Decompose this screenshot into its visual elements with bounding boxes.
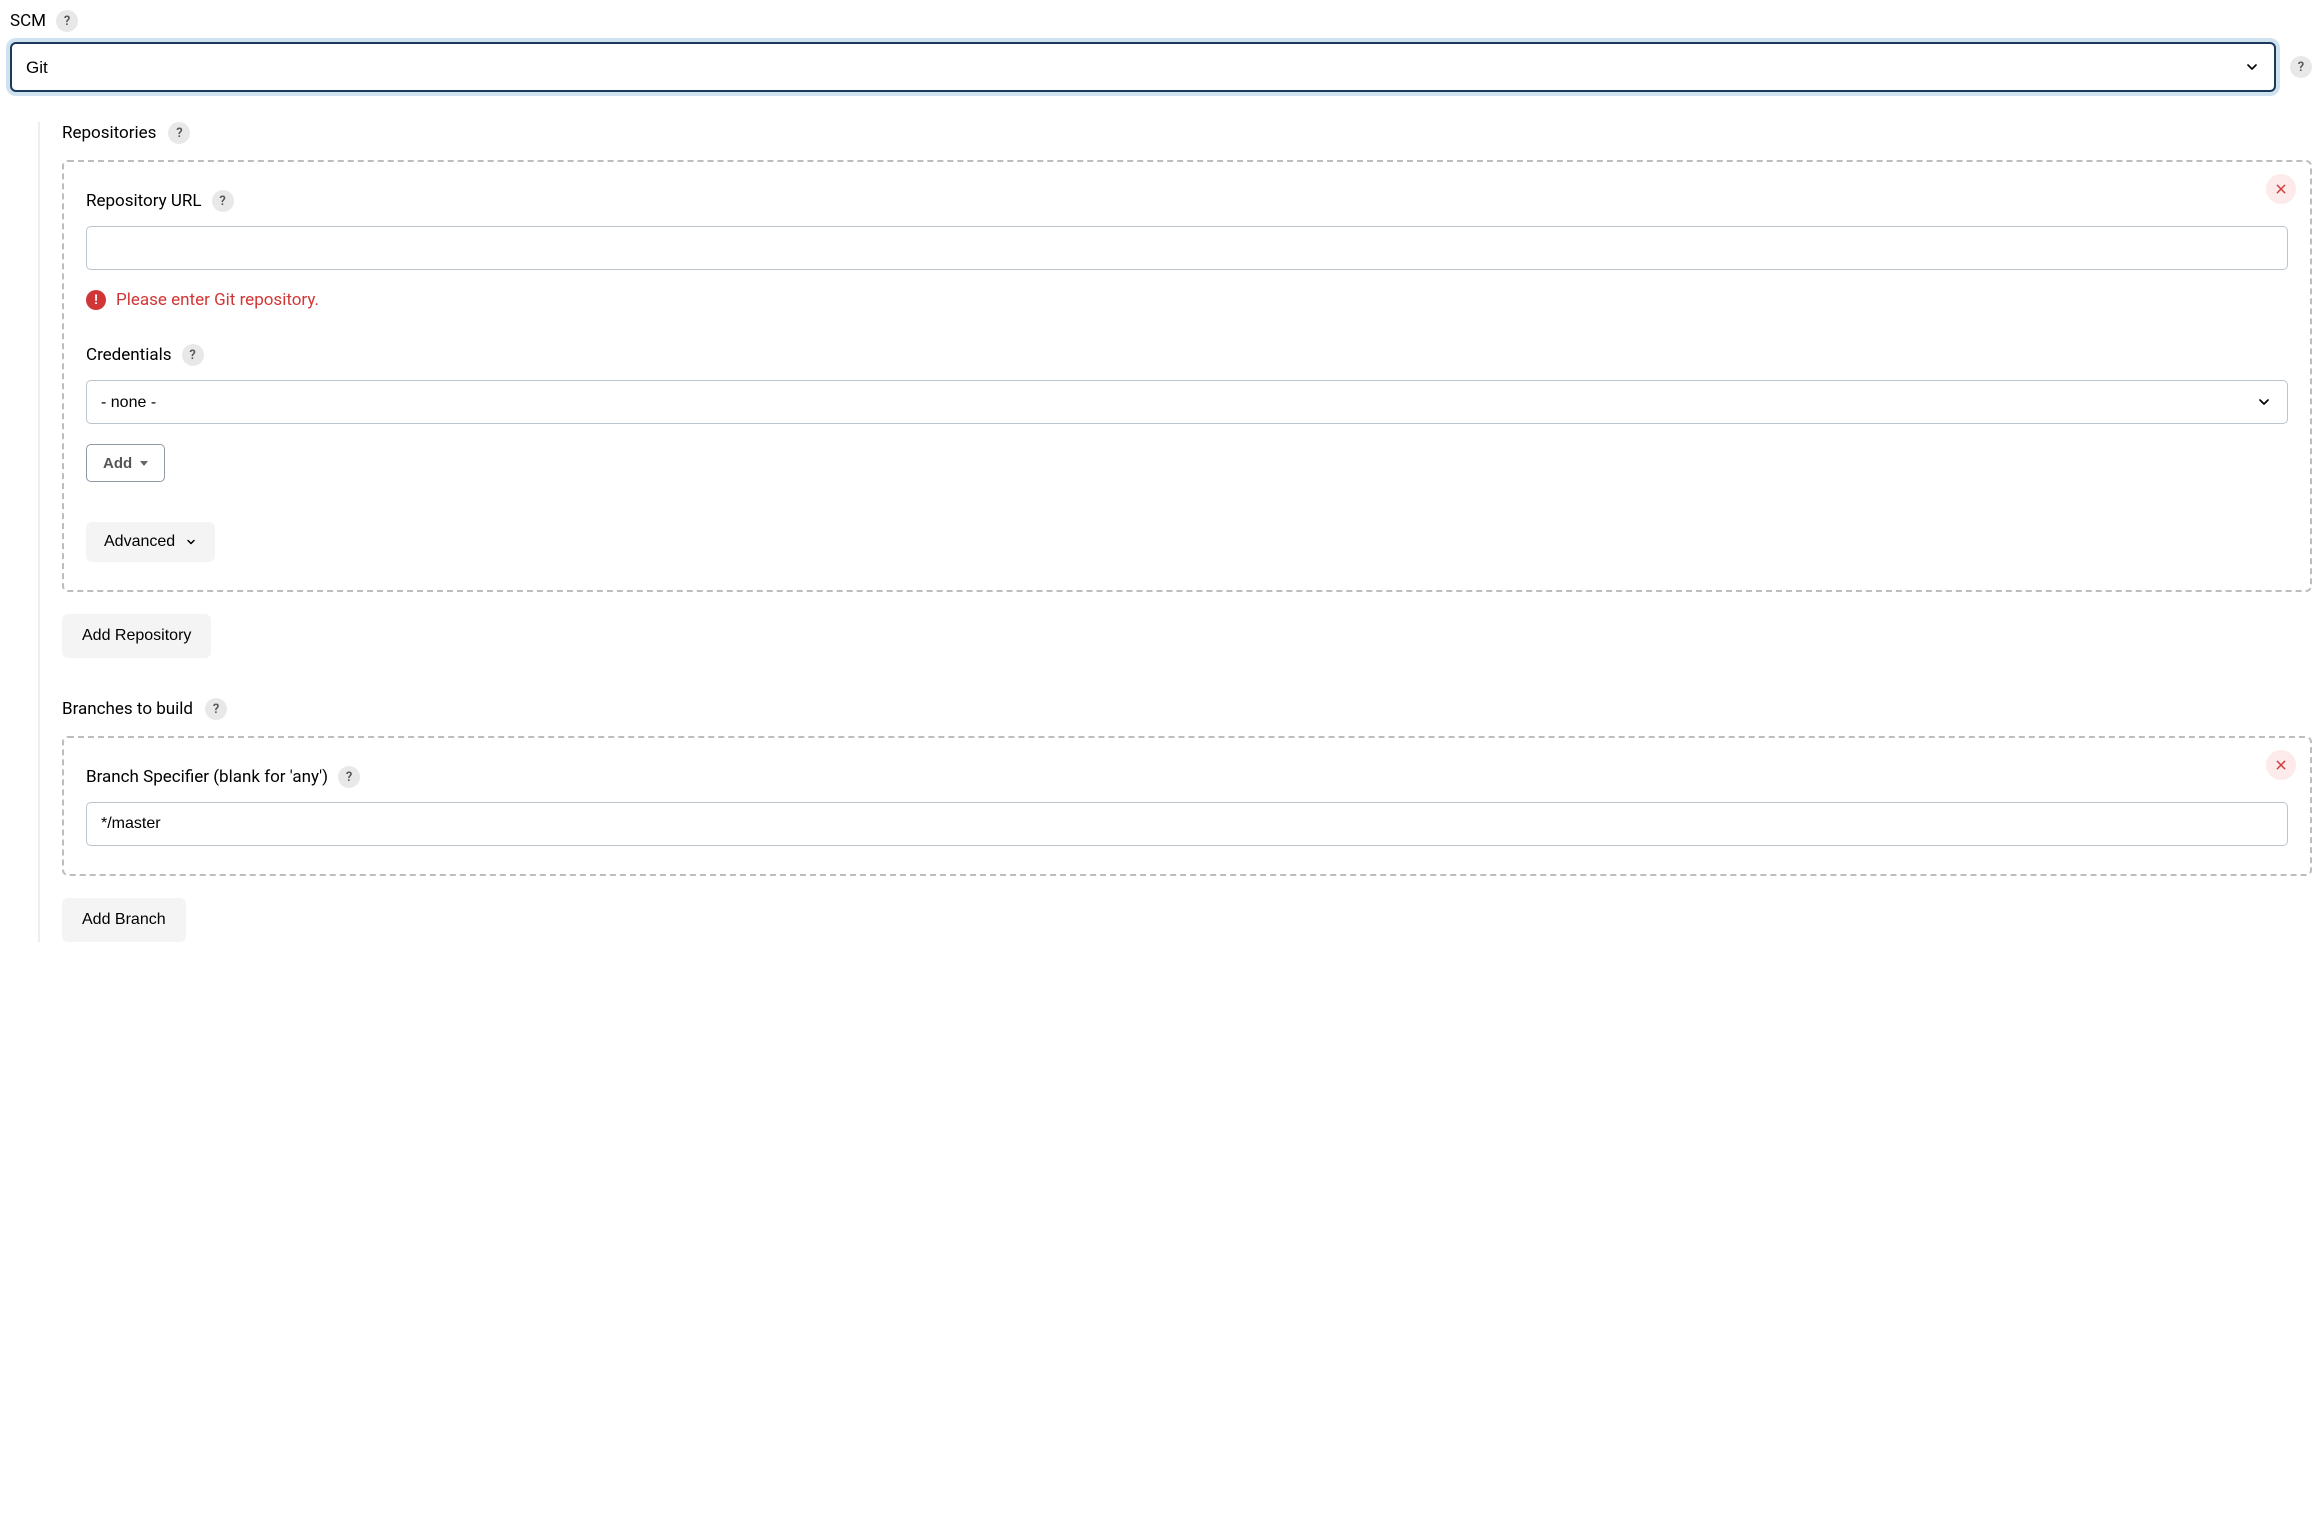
credentials-select[interactable]: - none - [86, 380, 2288, 424]
advanced-button[interactable]: Advanced [86, 522, 215, 562]
remove-repository-button[interactable] [2266, 174, 2296, 204]
help-icon[interactable]: ? [212, 190, 234, 212]
branch-specifier-label: Branch Specifier (blank for 'any') [86, 767, 328, 787]
help-icon[interactable]: ? [338, 766, 360, 788]
add-repository-button[interactable]: Add Repository [62, 614, 211, 658]
help-icon[interactable]: ? [168, 122, 190, 144]
repository-url-label: Repository URL [86, 191, 202, 211]
repositories-label: Repositories [62, 123, 156, 143]
help-icon[interactable]: ? [205, 698, 227, 720]
scm-select[interactable]: Git [10, 42, 2276, 92]
scm-label: SCM [10, 11, 46, 31]
repository-block: Repository URL ? ! Please enter Git repo… [62, 160, 2312, 592]
repository-url-input[interactable] [86, 226, 2288, 270]
error-text: Please enter Git repository. [116, 290, 319, 310]
credentials-label: Credentials [86, 345, 172, 365]
add-credentials-button[interactable]: Add [86, 444, 165, 482]
remove-branch-button[interactable] [2266, 750, 2296, 780]
add-branch-button[interactable]: Add Branch [62, 898, 186, 942]
help-icon[interactable]: ? [182, 344, 204, 366]
branch-specifier-input[interactable] [86, 802, 2288, 846]
help-icon[interactable]: ? [56, 10, 78, 32]
chevron-down-icon [185, 536, 197, 548]
help-icon[interactable]: ? [2290, 56, 2312, 78]
error-icon: ! [86, 290, 106, 310]
branch-block: Branch Specifier (blank for 'any') ? [62, 736, 2312, 876]
caret-down-icon [140, 461, 148, 466]
branches-label: Branches to build [62, 699, 193, 719]
